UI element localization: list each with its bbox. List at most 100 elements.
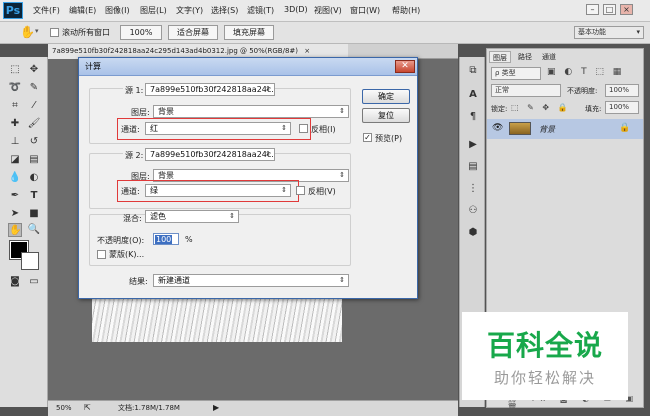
menu-help[interactable]: 帮助(H) [392, 5, 420, 16]
status-menu-icon[interactable]: ⇱ [84, 401, 91, 415]
layer-opacity-field[interactable]: 100% [605, 84, 639, 97]
document-size-info: 文档:1.78M/1.78M [118, 404, 180, 412]
mask-checkbox[interactable] [97, 250, 106, 259]
source1-invert-checkbox[interactable] [299, 124, 308, 133]
layer-filter-select[interactable]: ρ 类型 [491, 67, 541, 80]
tab-channels[interactable]: 通道 [539, 51, 559, 63]
minimize-button[interactable]: – [586, 4, 599, 15]
background-color-swatch[interactable] [21, 252, 39, 270]
blur-tool-icon[interactable]: 💧 [8, 171, 22, 185]
menu-select[interactable]: 选择(S) [211, 5, 238, 16]
menu-view[interactable]: 视图(V) [314, 5, 342, 16]
lock-icons[interactable]: ⬚ ✎ ✥ 🔒 [511, 103, 571, 112]
pen-tool-icon[interactable]: ✒ [8, 189, 22, 203]
rectangle-tool-icon[interactable]: ■ [27, 207, 41, 221]
menu-layer[interactable]: 图层(L) [140, 5, 167, 16]
fill-field[interactable]: 100% [605, 101, 639, 114]
path-select-tool-icon[interactable]: ➤ [8, 207, 22, 221]
visibility-eye-icon[interactable]: 👁 [492, 123, 503, 133]
source2-file-chevron-icon: ⇕ [265, 150, 271, 158]
close-window-button[interactable]: × [620, 4, 633, 15]
opacity-value: 100 [155, 235, 173, 244]
preview-checkbox[interactable]: ✓ [363, 133, 372, 142]
menu-3d[interactable]: 3D(D) [284, 5, 308, 14]
blending-label: 混合: [123, 214, 142, 223]
source1-layer-select[interactable]: 背景 ⇕ [153, 105, 349, 118]
character-panel-icon[interactable]: A [465, 87, 481, 103]
preview-label: 预览(P) [375, 134, 403, 143]
eyedropper-tool-icon[interactable]: ⁄ [27, 99, 41, 113]
reset-button[interactable]: 复位 [362, 108, 410, 123]
menu-edit[interactable]: 编辑(E) [69, 5, 96, 16]
crop-tool-icon[interactable]: ⌗ [8, 99, 22, 113]
workspace-select[interactable]: 基本功能 ▾ [574, 26, 644, 39]
quick-mask-icon[interactable]: ◙ [8, 275, 22, 289]
dialog-title: 计算 [85, 62, 101, 71]
hand-tool-active-icon[interactable]: ✋ [8, 223, 22, 237]
paragraph-panel-icon[interactable]: ¶ [465, 109, 481, 125]
layer-name[interactable]: 背景 [539, 124, 555, 135]
source2-file-value: 7a899e510fb30f242818aa24c... [150, 150, 275, 159]
source2-channel-select[interactable]: 绿 ⇕ [145, 184, 291, 197]
brush-tool-icon[interactable]: 🖌 [27, 117, 41, 131]
blend-mode-select[interactable]: 正常 [491, 84, 561, 97]
source2-channel-chevron-icon: ⇕ [281, 186, 287, 194]
menu-file[interactable]: 文件(F) [33, 5, 60, 16]
source2-channel-value: 绿 [150, 186, 158, 195]
source1-file-select[interactable]: 7a899e510fb30f242818aa24c... ⇕ [145, 83, 275, 96]
opacity-unit: % [185, 235, 193, 244]
actions-panel-icon[interactable]: ▶ [465, 137, 481, 153]
eraser-tool-icon[interactable]: ◪ [8, 153, 22, 167]
dodge-tool-icon[interactable]: ◐ [27, 171, 41, 185]
dialog-title-bar[interactable]: 计算 [79, 58, 417, 76]
source2-file-select[interactable]: 7a899e510fb30f242818aa24c... ⇕ [145, 148, 275, 161]
lasso-tool-icon[interactable]: ➰ [8, 81, 22, 95]
zoom-100-button[interactable]: 100% [120, 25, 162, 40]
clone-stamp-tool-icon[interactable]: ⊥ [8, 135, 22, 149]
menu-image[interactable]: 图像(I) [105, 5, 130, 16]
tab-paths[interactable]: 路径 [515, 51, 535, 63]
source1-channel-select[interactable]: 红 ⇕ [145, 122, 291, 135]
blending-mode-select[interactable]: 滤色 ⇕ [145, 210, 239, 223]
source2-invert-label: 反相(V) [308, 187, 336, 196]
maximize-button[interactable]: □ [603, 4, 616, 15]
healing-brush-tool-icon[interactable]: ✚ [8, 117, 22, 131]
scroll-all-windows-checkbox[interactable] [50, 28, 59, 37]
zoom-tool-icon[interactable]: 🔍 [27, 223, 41, 237]
ok-button[interactable]: 确定 [362, 89, 410, 104]
screen-mode-icon[interactable]: ▭ [27, 275, 41, 289]
fit-screen-button[interactable]: 适合屏幕 [168, 25, 218, 40]
quick-select-tool-icon[interactable]: ✎ [27, 81, 41, 95]
status-arrow-icon[interactable]: ▶ [213, 401, 219, 415]
history-panel-icon[interactable]: ⧉ [465, 63, 481, 79]
source2-invert-checkbox[interactable] [296, 186, 305, 195]
menu-type[interactable]: 文字(Y) [176, 5, 203, 16]
menu-filter[interactable]: 滤镜(T) [247, 5, 274, 16]
tool-preset-chevron-icon[interactable]: ▾ [35, 27, 39, 35]
fill-screen-button[interactable]: 填充屏幕 [224, 25, 274, 40]
history-brush-tool-icon[interactable]: ↺ [27, 135, 41, 149]
zoom-level[interactable]: 50% [56, 401, 72, 415]
clone-source-panel-icon[interactable]: ⚇ [465, 203, 481, 219]
source2-label: 源 2: [123, 150, 146, 161]
layer-lock-icon: 🔒 [619, 123, 631, 133]
opacity-input[interactable]: 100 [153, 233, 179, 245]
properties-panel-icon[interactable]: ▤ [465, 159, 481, 175]
dialog-close-icon[interactable]: ✕ [395, 60, 415, 73]
marquee-tool-icon[interactable]: ⬚ [8, 63, 22, 77]
layer-row-background[interactable]: 👁 背景 🔒 [487, 119, 643, 139]
brush-presets-panel-icon[interactable]: ⋮ [465, 181, 481, 197]
3d-panel-icon[interactable]: ⬢ [465, 225, 481, 241]
mask-label: 蒙版(K)... [109, 250, 145, 259]
move-tool-icon[interactable]: ✥ [27, 63, 41, 77]
type-tool-icon[interactable]: T [27, 189, 41, 203]
layer-filter-icons[interactable]: ▣ ◐ T ⬚ ▦ [547, 67, 624, 77]
menu-window[interactable]: 窗口(W) [350, 5, 380, 16]
source1-channel-value: 红 [150, 124, 158, 133]
source1-layer-value: 背景 [158, 107, 174, 116]
result-select[interactable]: 新建通道 ⇕ [153, 274, 349, 287]
hand-tool-icon[interactable]: ✋ [20, 25, 35, 39]
gradient-tool-icon[interactable]: ▤ [27, 153, 41, 167]
tab-layers[interactable]: 图层 [489, 51, 511, 63]
document-tab-close-icon[interactable]: × [304, 47, 310, 55]
